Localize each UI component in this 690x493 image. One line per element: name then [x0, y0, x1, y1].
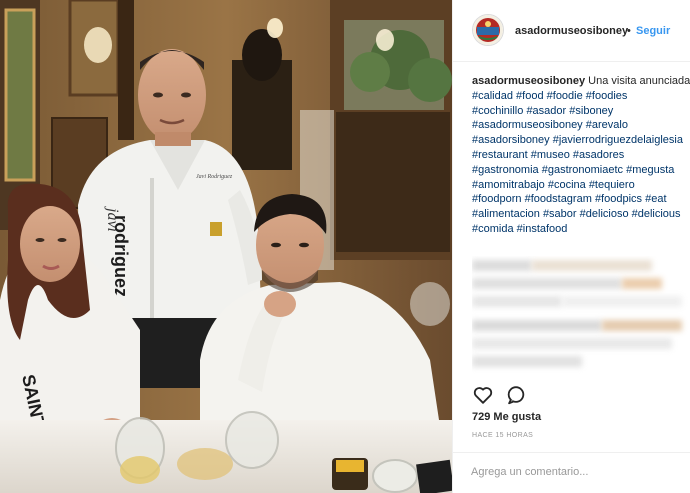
blurred-block: [472, 320, 602, 331]
hashtag-link[interactable]: #megusta: [626, 164, 674, 176]
hashtag-link[interactable]: #foodpics: [595, 193, 642, 205]
hashtag-link[interactable]: #asador: [526, 105, 566, 117]
avatar-logo-icon: [473, 15, 503, 45]
hashtag-link[interactable]: #cochinillo: [472, 105, 523, 117]
hashtag-link[interactable]: #food: [516, 90, 544, 102]
hashtag-link[interactable]: #delicious: [632, 208, 681, 220]
likes-count[interactable]: 729 Me gusta: [472, 411, 541, 423]
heart-outline-icon[interactable]: [472, 384, 494, 406]
hashtag-link[interactable]: #asadores: [573, 149, 624, 161]
blurred-comments: [472, 256, 690, 378]
chef-name-embroidery: Javi Rodriguez: [196, 174, 233, 180]
hashtag-link[interactable]: #eat: [645, 193, 666, 205]
blurred-block: [562, 296, 682, 307]
blurred-block: [472, 296, 562, 307]
blurred-block: [472, 260, 532, 271]
follow-button[interactable]: Seguir: [636, 25, 670, 37]
hashtag-link[interactable]: #foodporn: [472, 193, 522, 205]
hashtag-link[interactable]: #arevalo: [586, 119, 628, 131]
post-photo[interactable]: javi rodriguez Javi Rodriguez SAINT: [0, 0, 452, 493]
hashtag-link[interactable]: #amomitrabajo: [472, 179, 545, 191]
post-author-username[interactable]: asadormuseosiboney: [515, 25, 628, 37]
blurred-block: [472, 278, 622, 289]
post-timestamp: HACE 15 HORAS: [472, 432, 534, 439]
hashtag-link[interactable]: #tequiero: [589, 179, 635, 191]
hashtag-link[interactable]: #gastronomia: [472, 164, 539, 176]
comment-input[interactable]: [471, 463, 671, 481]
hashtag-link[interactable]: #foodie: [547, 90, 583, 102]
hashtag-link[interactable]: #alimentacion: [472, 208, 540, 220]
caption-text: Una visita anunciada. La bella, la blanc…: [588, 75, 690, 87]
post-details-panel: asadormuseosiboney • Seguir asadormuseos…: [452, 0, 690, 493]
post-caption: asadormuseosiboney Una visita anunciada.…: [472, 74, 690, 237]
header-separator-dot: •: [627, 25, 631, 37]
hashtag-link[interactable]: #siboney: [569, 105, 613, 117]
hashtag-link[interactable]: #instafood: [517, 223, 568, 235]
hashtag-link[interactable]: #calidad: [472, 90, 513, 102]
blurred-block: [472, 356, 582, 367]
blurred-block: [472, 338, 672, 349]
restaurant-logo-avatar[interactable]: [472, 14, 504, 46]
hashtag-link[interactable]: #foodstagram: [525, 193, 592, 205]
hashtag-link[interactable]: #sabor: [543, 208, 577, 220]
hashtag-link[interactable]: #foodies: [586, 90, 628, 102]
hashtag-link[interactable]: #gastronomiaetc: [542, 164, 623, 176]
hashtag-link[interactable]: #restaurant: [472, 149, 528, 161]
blurred-block: [602, 320, 682, 331]
hashtag-link[interactable]: #asadormuseosiboney: [472, 119, 583, 131]
comment-box: [453, 452, 690, 493]
post-header: asadormuseosiboney • Seguir: [453, 0, 690, 62]
hashtag-link[interactable]: #javierrodriguezdelaiglesia: [553, 134, 683, 146]
hashtag-link[interactable]: #delicioso: [580, 208, 629, 220]
blurred-block: [532, 260, 652, 271]
blurred-block: [622, 278, 662, 289]
speech-bubble-icon[interactable]: [505, 384, 527, 406]
hashtag-link[interactable]: #asadorsiboney: [472, 134, 550, 146]
hashtag-link[interactable]: #comida: [472, 223, 514, 235]
caption-username[interactable]: asadormuseosiboney: [472, 75, 585, 87]
post-photo-illustration: javi rodriguez Javi Rodriguez SAINT: [0, 0, 452, 493]
hashtag-link[interactable]: #museo: [531, 149, 570, 161]
hashtag-link[interactable]: #cocina: [548, 179, 586, 191]
chef-jacket-brand-last: rodriguez: [111, 215, 131, 297]
